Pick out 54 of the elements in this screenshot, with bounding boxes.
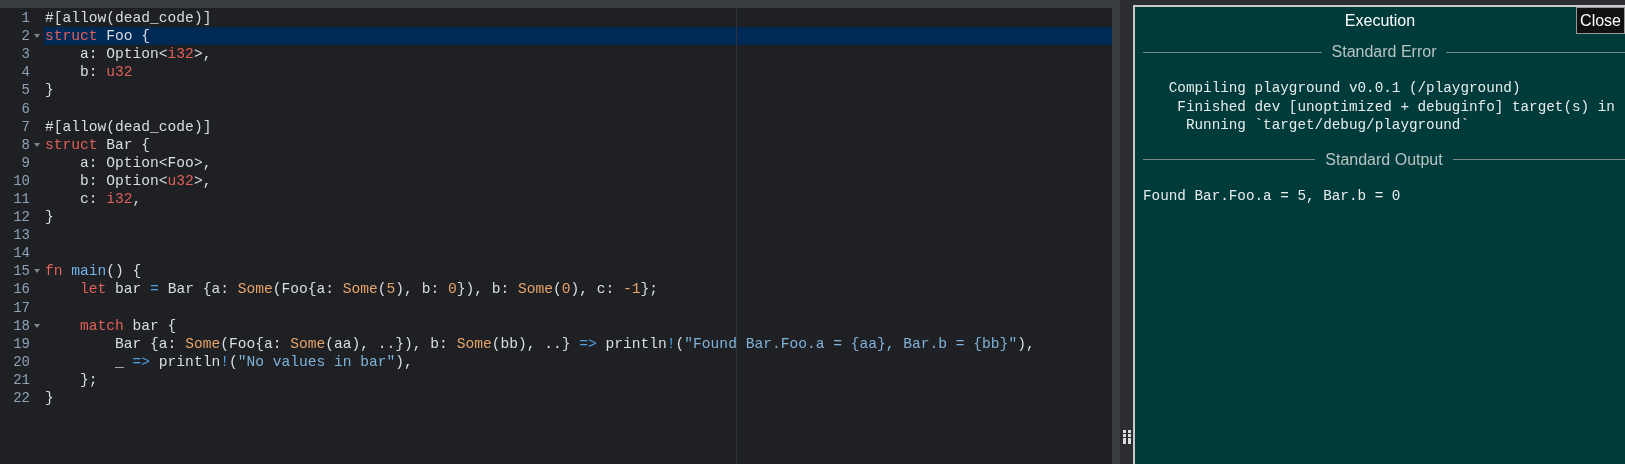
scrollbar-track[interactable] [1112,0,1120,464]
line-number: 17 [12,298,30,317]
close-button[interactable]: Close [1576,7,1625,34]
code-line: a: Option<Foo>, [79,154,212,171]
fold-caret-icon[interactable] [34,142,40,147]
code-line: c: i32, [79,190,142,207]
line-number: 11 [12,190,30,208]
fold-caret-icon[interactable] [34,34,40,39]
code-line: let bar = Bar {a: Some(Foo{a: Some(5), b: 0}), b: Some(0), c: -1}; [79,281,659,298]
code-line: #[allow(dead_code)] [44,10,212,26]
line-number: 21 [12,370,30,389]
line-number: 13 [12,226,30,245]
code-line: #[allow(dead_code)] [44,118,212,135]
panel-title: Execution [1344,11,1416,31]
fold-caret-icon[interactable] [34,269,40,274]
code-line: Bar {a: Some(Foo{a: Some(aa), ..}), b: Some(bb), ..} => println!("Found Bar.Foo.a = {aa}, Bar.b = {bb}"), [114,335,1035,352]
line-number: 20 [12,352,30,371]
drag-handle-icon[interactable] [1122,430,1131,444]
code-line: struct Bar { [44,136,151,153]
code-line: } [44,82,54,99]
code-line: b: Option<u32>, [79,172,212,189]
line-number: 4 [20,63,30,82]
code-line: fn main() { [44,263,142,280]
line-number: 7 [20,117,30,136]
line-number: 22 [12,389,30,407]
line-number: 1 [20,9,30,28]
line-number: 6 [20,99,30,118]
code-line: } [44,389,54,406]
line-number: 10 [12,171,30,190]
code-line: a: Option<i32>, [79,46,212,63]
line-number: 12 [12,208,30,227]
fold-caret-icon[interactable] [34,323,40,328]
output-line: Running `target/debug/playground` [1184,116,1471,135]
line-number: 18 [12,316,30,335]
output-line: Compiling playground v0.0.1 (/playground) [1167,79,1522,98]
output-line: Finished dev [unoptimized + debuginfo] target(s) in [1176,97,1616,116]
code-line: } [44,209,54,226]
section-heading: Standard Error [1331,42,1437,62]
code-line: b: u32 [79,64,133,81]
line-number: 9 [20,153,30,172]
line-number: 19 [12,334,30,353]
line-number: 16 [12,280,30,299]
line-number: 8 [20,135,30,154]
code-line: match bar { [79,317,177,334]
code-line: _ => println!("No values in bar"), [114,353,413,370]
output-line: Found Bar.Foo.a = 5, Bar.b = 0 [1143,186,1402,205]
code-line: struct Foo { [44,28,151,45]
line-number: 2 [20,27,30,46]
line-number: 5 [20,81,30,100]
line-number: 15 [12,262,30,281]
line-number: 14 [12,244,30,263]
line-number: 3 [20,45,30,64]
section-heading: Standard Output [1325,149,1443,170]
code-line: }; [79,371,98,388]
